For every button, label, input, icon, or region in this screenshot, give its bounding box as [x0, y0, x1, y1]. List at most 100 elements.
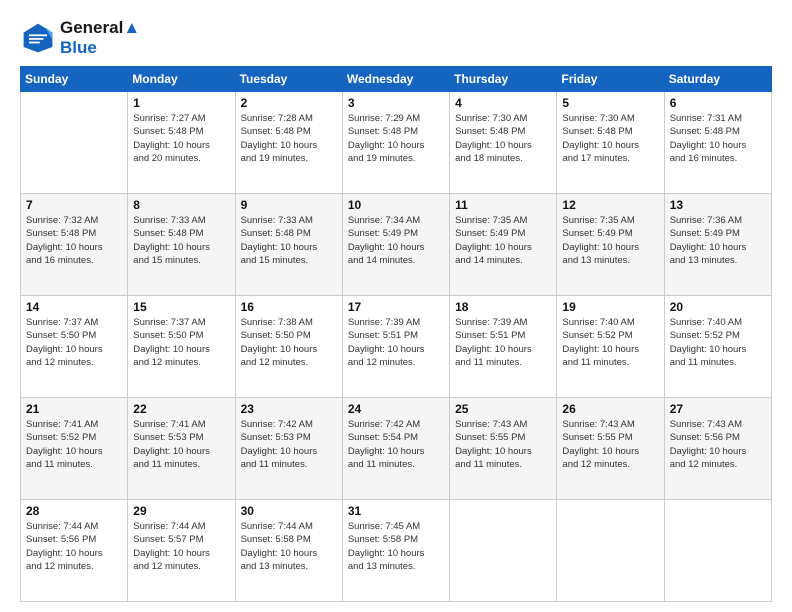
- calendar-cell: 28 Sunrise: 7:44 AM Sunset: 5:56 PM Dayli…: [21, 500, 128, 602]
- week-row-2: 7 Sunrise: 7:32 AM Sunset: 5:48 PM Daylig…: [21, 194, 772, 296]
- day-info: Sunrise: 7:40 AM Sunset: 5:52 PM Dayligh…: [670, 316, 766, 369]
- day-number: 9: [241, 198, 337, 212]
- week-row-1: 1Sunrise: 7:27 AM Sunset: 5:48 PM Daylig…: [21, 92, 772, 194]
- calendar-cell: 2Sunrise: 7:28 AM Sunset: 5:48 PM Daylig…: [235, 92, 342, 194]
- calendar-cell: [664, 500, 771, 602]
- day-header-sunday: Sunday: [21, 67, 128, 92]
- calendar-cell: 23Sunrise: 7:42 AM Sunset: 5:53 PM Dayli…: [235, 398, 342, 500]
- day-info: Sunrise: 7:29 AM Sunset: 5:48 PM Dayligh…: [348, 112, 444, 165]
- logo-text: General▲ Blue: [60, 18, 140, 58]
- calendar-cell: 1Sunrise: 7:27 AM Sunset: 5:48 PM Daylig…: [128, 92, 235, 194]
- calendar-cell: 6Sunrise: 7:31 AM Sunset: 5:48 PM Daylig…: [664, 92, 771, 194]
- calendar-cell: 31 Sunrise: 7:45 AM Sunset: 5:58 PM Dayli…: [342, 500, 449, 602]
- day-header-friday: Friday: [557, 67, 664, 92]
- calendar-table: SundayMondayTuesdayWednesdayThursdayFrid…: [20, 66, 772, 602]
- calendar-cell: 24 Sunrise: 7:42 AM Sunset: 5:54 PM Dayli…: [342, 398, 449, 500]
- day-number: 25: [455, 402, 551, 416]
- day-info: Sunrise: 7:45 AM Sunset: 5:58 PM Dayligh…: [348, 520, 444, 573]
- week-row-5: 28 Sunrise: 7:44 AM Sunset: 5:56 PM Dayli…: [21, 500, 772, 602]
- day-number: 4: [455, 96, 551, 110]
- day-number: 14: [26, 300, 122, 314]
- day-info: Sunrise: 7:44 AM Sunset: 5:57 PM Dayligh…: [133, 520, 229, 573]
- calendar-cell: 25Sunrise: 7:43 AM Sunset: 5:55 PM Dayli…: [450, 398, 557, 500]
- day-number: 15: [133, 300, 229, 314]
- calendar-cell: 15 Sunrise: 7:37 AM Sunset: 5:50 PM Dayli…: [128, 296, 235, 398]
- day-number: 28: [26, 504, 122, 518]
- calendar-cell: 8 Sunrise: 7:33 AM Sunset: 5:48 PM Daylig…: [128, 194, 235, 296]
- day-info: Sunrise: 7:39 AM Sunset: 5:51 PM Dayligh…: [348, 316, 444, 369]
- calendar-cell: 16 Sunrise: 7:38 AM Sunset: 5:50 PM Dayli…: [235, 296, 342, 398]
- day-info: Sunrise: 7:30 AM Sunset: 5:48 PM Dayligh…: [455, 112, 551, 165]
- day-info: Sunrise: 7:44 AM Sunset: 5:58 PM Dayligh…: [241, 520, 337, 573]
- day-info: Sunrise: 7:41 AM Sunset: 5:52 PM Dayligh…: [26, 418, 122, 471]
- calendar-cell: 10 Sunrise: 7:34 AM Sunset: 5:49 PM Dayli…: [342, 194, 449, 296]
- day-info: Sunrise: 7:43 AM Sunset: 5:55 PM Dayligh…: [562, 418, 658, 471]
- calendar-cell: 4 Sunrise: 7:30 AM Sunset: 5:48 PM Daylig…: [450, 92, 557, 194]
- calendar-cell: 18Sunrise: 7:39 AM Sunset: 5:51 PM Dayli…: [450, 296, 557, 398]
- day-number: 31: [348, 504, 444, 518]
- logo-icon: [20, 20, 56, 56]
- week-row-3: 14 Sunrise: 7:37 AM Sunset: 5:50 PM Dayli…: [21, 296, 772, 398]
- day-info: Sunrise: 7:37 AM Sunset: 5:50 PM Dayligh…: [133, 316, 229, 369]
- calendar-cell: [557, 500, 664, 602]
- day-info: Sunrise: 7:34 AM Sunset: 5:49 PM Dayligh…: [348, 214, 444, 267]
- day-info: Sunrise: 7:42 AM Sunset: 5:54 PM Dayligh…: [348, 418, 444, 471]
- day-info: Sunrise: 7:37 AM Sunset: 5:50 PM Dayligh…: [26, 316, 122, 369]
- day-header-wednesday: Wednesday: [342, 67, 449, 92]
- day-number: 17: [348, 300, 444, 314]
- day-number: 8: [133, 198, 229, 212]
- day-number: 27: [670, 402, 766, 416]
- day-number: 5: [562, 96, 658, 110]
- calendar-cell: 27 Sunrise: 7:43 AM Sunset: 5:56 PM Dayli…: [664, 398, 771, 500]
- calendar-cell: 11 Sunrise: 7:35 AM Sunset: 5:49 PM Dayli…: [450, 194, 557, 296]
- day-header-tuesday: Tuesday: [235, 67, 342, 92]
- day-info: Sunrise: 7:27 AM Sunset: 5:48 PM Dayligh…: [133, 112, 229, 165]
- calendar-cell: [450, 500, 557, 602]
- day-info: Sunrise: 7:44 AM Sunset: 5:56 PM Dayligh…: [26, 520, 122, 573]
- calendar-cell: 9 Sunrise: 7:33 AM Sunset: 5:48 PM Daylig…: [235, 194, 342, 296]
- day-info: Sunrise: 7:36 AM Sunset: 5:49 PM Dayligh…: [670, 214, 766, 267]
- calendar-cell: 7 Sunrise: 7:32 AM Sunset: 5:48 PM Daylig…: [21, 194, 128, 296]
- day-info: Sunrise: 7:35 AM Sunset: 5:49 PM Dayligh…: [455, 214, 551, 267]
- day-info: Sunrise: 7:40 AM Sunset: 5:52 PM Dayligh…: [562, 316, 658, 369]
- calendar-cell: [21, 92, 128, 194]
- calendar-cell: 29 Sunrise: 7:44 AM Sunset: 5:57 PM Dayli…: [128, 500, 235, 602]
- day-info: Sunrise: 7:35 AM Sunset: 5:49 PM Dayligh…: [562, 214, 658, 267]
- header-row: SundayMondayTuesdayWednesdayThursdayFrid…: [21, 67, 772, 92]
- day-info: Sunrise: 7:42 AM Sunset: 5:53 PM Dayligh…: [241, 418, 337, 471]
- day-info: Sunrise: 7:30 AM Sunset: 5:48 PM Dayligh…: [562, 112, 658, 165]
- day-number: 19: [562, 300, 658, 314]
- day-number: 30: [241, 504, 337, 518]
- day-number: 3: [348, 96, 444, 110]
- day-number: 24: [348, 402, 444, 416]
- logo: General▲ Blue: [20, 18, 140, 58]
- day-header-monday: Monday: [128, 67, 235, 92]
- calendar-cell: 22Sunrise: 7:41 AM Sunset: 5:53 PM Dayli…: [128, 398, 235, 500]
- day-info: Sunrise: 7:28 AM Sunset: 5:48 PM Dayligh…: [241, 112, 337, 165]
- day-header-thursday: Thursday: [450, 67, 557, 92]
- calendar-cell: 13Sunrise: 7:36 AM Sunset: 5:49 PM Dayli…: [664, 194, 771, 296]
- day-info: Sunrise: 7:38 AM Sunset: 5:50 PM Dayligh…: [241, 316, 337, 369]
- day-info: Sunrise: 7:32 AM Sunset: 5:48 PM Dayligh…: [26, 214, 122, 267]
- day-info: Sunrise: 7:33 AM Sunset: 5:48 PM Dayligh…: [133, 214, 229, 267]
- calendar-cell: 20Sunrise: 7:40 AM Sunset: 5:52 PM Dayli…: [664, 296, 771, 398]
- day-number: 26: [562, 402, 658, 416]
- day-number: 21: [26, 402, 122, 416]
- day-number: 11: [455, 198, 551, 212]
- day-info: Sunrise: 7:31 AM Sunset: 5:48 PM Dayligh…: [670, 112, 766, 165]
- day-info: Sunrise: 7:43 AM Sunset: 5:56 PM Dayligh…: [670, 418, 766, 471]
- day-number: 22: [133, 402, 229, 416]
- calendar-cell: 3 Sunrise: 7:29 AM Sunset: 5:48 PM Daylig…: [342, 92, 449, 194]
- calendar-cell: 19 Sunrise: 7:40 AM Sunset: 5:52 PM Dayli…: [557, 296, 664, 398]
- calendar-cell: 14 Sunrise: 7:37 AM Sunset: 5:50 PM Dayli…: [21, 296, 128, 398]
- day-number: 16: [241, 300, 337, 314]
- week-row-4: 21 Sunrise: 7:41 AM Sunset: 5:52 PM Dayli…: [21, 398, 772, 500]
- day-number: 12: [562, 198, 658, 212]
- day-info: Sunrise: 7:33 AM Sunset: 5:48 PM Dayligh…: [241, 214, 337, 267]
- day-number: 29: [133, 504, 229, 518]
- day-number: 10: [348, 198, 444, 212]
- calendar-cell: 12 Sunrise: 7:35 AM Sunset: 5:49 PM Dayli…: [557, 194, 664, 296]
- header: General▲ Blue: [20, 18, 772, 58]
- day-number: 7: [26, 198, 122, 212]
- calendar-cell: 26 Sunrise: 7:43 AM Sunset: 5:55 PM Dayli…: [557, 398, 664, 500]
